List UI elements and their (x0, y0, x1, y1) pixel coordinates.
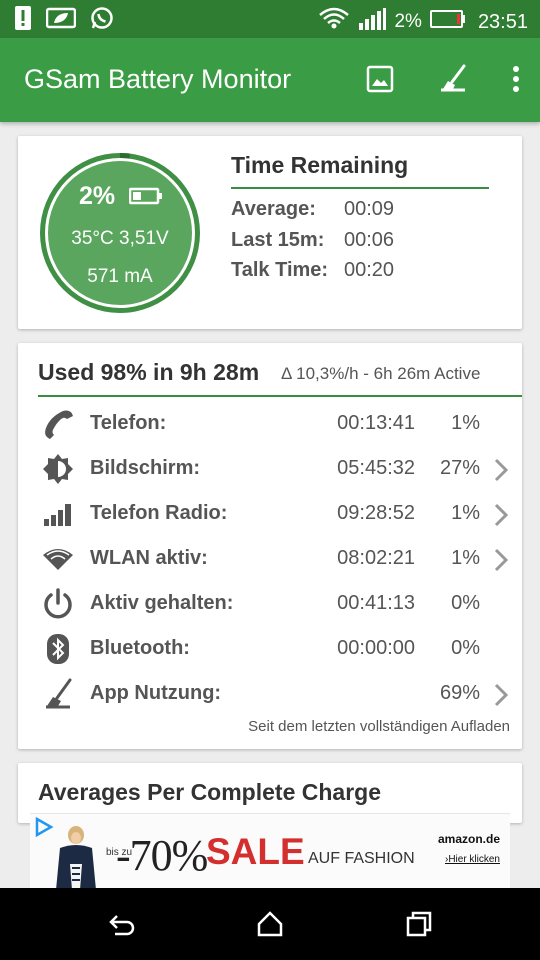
title-divider (38, 395, 522, 397)
usage-row-telefon[interactable]: Telefon: 00:13:41 1% (18, 404, 522, 444)
usage-row-wlan[interactable]: WLAN aktiv: 08:02:21 1% (18, 539, 522, 579)
usage-percent: 1% (451, 412, 480, 434)
usage-row-bluetooth[interactable]: Bluetooth: 00:00:00 0% (18, 629, 522, 669)
home-icon[interactable] (256, 910, 284, 943)
signal-bars-icon (40, 497, 76, 531)
usage-delta: Δ 10,3%/h - 6h 26m Active (281, 364, 481, 383)
battery-status-icon (429, 9, 466, 35)
ad-banner[interactable]: bis zu -70% SALE AUF FASHION amazon.de ›… (30, 813, 510, 888)
row-label: Average: (231, 198, 316, 220)
temperature-voltage: 35°C 3,51V (71, 228, 169, 249)
row-value: 00:09 (344, 198, 395, 220)
usage-percent: 1% (451, 547, 480, 569)
app-bar: GSam Battery Monitor (0, 38, 540, 122)
usage-percent: 69% (439, 682, 480, 704)
app-title: GSam Battery Monitor (24, 64, 292, 94)
chevron-right-icon (494, 683, 509, 712)
leaf-card-icon (45, 7, 77, 34)
time-remaining-row: Average: 00:09 (231, 198, 394, 221)
ad-discount: -70% (116, 831, 208, 880)
row-label: Last 15m: (231, 229, 325, 251)
usage-time: 00:41:13 (337, 592, 415, 614)
ad-sale: SALE (206, 831, 305, 872)
ad-fashion: AUF FASHION (308, 850, 415, 867)
title-divider (231, 187, 489, 189)
image-icon[interactable] (366, 65, 394, 98)
usage-time: 05:45:32 (337, 457, 415, 479)
app-bar-actions (366, 64, 520, 99)
phone-icon (40, 407, 76, 441)
chevron-right-icon (494, 458, 509, 487)
usage-row-bildschirm[interactable]: Bildschirm: 05:45:32 27% (18, 449, 522, 489)
power-icon (40, 587, 76, 621)
usage-percent: 0% (451, 592, 480, 614)
navigation-bar (0, 888, 540, 960)
usage-name: Bildschirm: (90, 457, 201, 479)
time-remaining-title: Time Remaining (231, 152, 409, 178)
battery-percent: 2% (79, 182, 116, 210)
row-value: 00:06 (344, 229, 395, 251)
usage-time: 00:13:41 (337, 412, 415, 434)
back-icon[interactable] (107, 910, 135, 943)
ad-brand: amazon.de (437, 832, 500, 846)
usage-name: WLAN aktiv: (90, 547, 208, 569)
brightness-icon (40, 452, 76, 486)
usage-name: Telefon: (90, 412, 167, 434)
system-icons: 2% 23:51 (318, 6, 528, 38)
chevron-right-icon (494, 548, 509, 577)
row-label: Talk Time: (231, 259, 329, 281)
wifi-status-icon (318, 6, 350, 38)
battery-percent-text: 2% (394, 11, 422, 32)
usage-percent: 0% (451, 637, 480, 659)
broom-icon (40, 677, 76, 711)
battery-gauge: 2% 35°C 3,51V 571 mA (37, 150, 203, 316)
usage-percent: 27% (439, 457, 480, 479)
usage-footnote: Seit dem letzten vollständigen Aufladen (248, 718, 510, 735)
usage-time: 00:00:00 (337, 637, 415, 659)
status-bar: 2% 23:51 (0, 0, 540, 38)
usage-row-aktiv-gehalten[interactable]: Aktiv gehalten: 00:41:13 0% (18, 584, 522, 624)
usage-name: App Nutzung: (90, 682, 222, 704)
averages-title: Averages Per Complete Charge (38, 779, 382, 805)
usage-row-app-nutzung[interactable]: App Nutzung: 69% (18, 674, 522, 714)
usage-name: Bluetooth: (90, 637, 190, 659)
notification-icons (14, 5, 114, 36)
ad-model-image (50, 824, 100, 888)
time-remaining-row: Talk Time: 00:20 (231, 259, 394, 282)
broom-action-icon[interactable] (438, 64, 468, 99)
usage-row-telefon-radio[interactable]: Telefon Radio: 09:28:52 1% (18, 494, 522, 534)
current-draw: 571 mA (87, 266, 153, 287)
alert-icon (14, 5, 32, 36)
usage-card: Used 98% in 9h 28m Δ 10,3%/h - 6h 26m Ac… (18, 343, 522, 749)
usage-name: Aktiv gehalten: (90, 592, 234, 614)
usage-percent: 1% (451, 502, 480, 524)
chevron-right-icon (494, 503, 509, 532)
whatsapp-icon (90, 6, 114, 35)
time-remaining-row: Last 15m: 00:06 (231, 229, 394, 252)
usage-time: 08:02:21 (337, 547, 415, 569)
recents-icon[interactable] (405, 910, 433, 943)
battery-card[interactable]: 2% 35°C 3,51V 571 mA Time Remaining Aver… (18, 136, 522, 329)
clock: 23:51 (477, 10, 528, 33)
ad-cta[interactable]: ›Hier klicken (445, 854, 500, 865)
overflow-menu-icon[interactable] (512, 65, 520, 98)
cell-signal-icon (358, 7, 387, 37)
bluetooth-icon (40, 632, 76, 666)
usage-time: 09:28:52 (337, 502, 415, 524)
usage-title: Used 98% in 9h 28m (38, 359, 260, 385)
row-value: 00:20 (344, 259, 395, 281)
wifi-icon (40, 542, 76, 576)
usage-name: Telefon Radio: (90, 502, 228, 524)
